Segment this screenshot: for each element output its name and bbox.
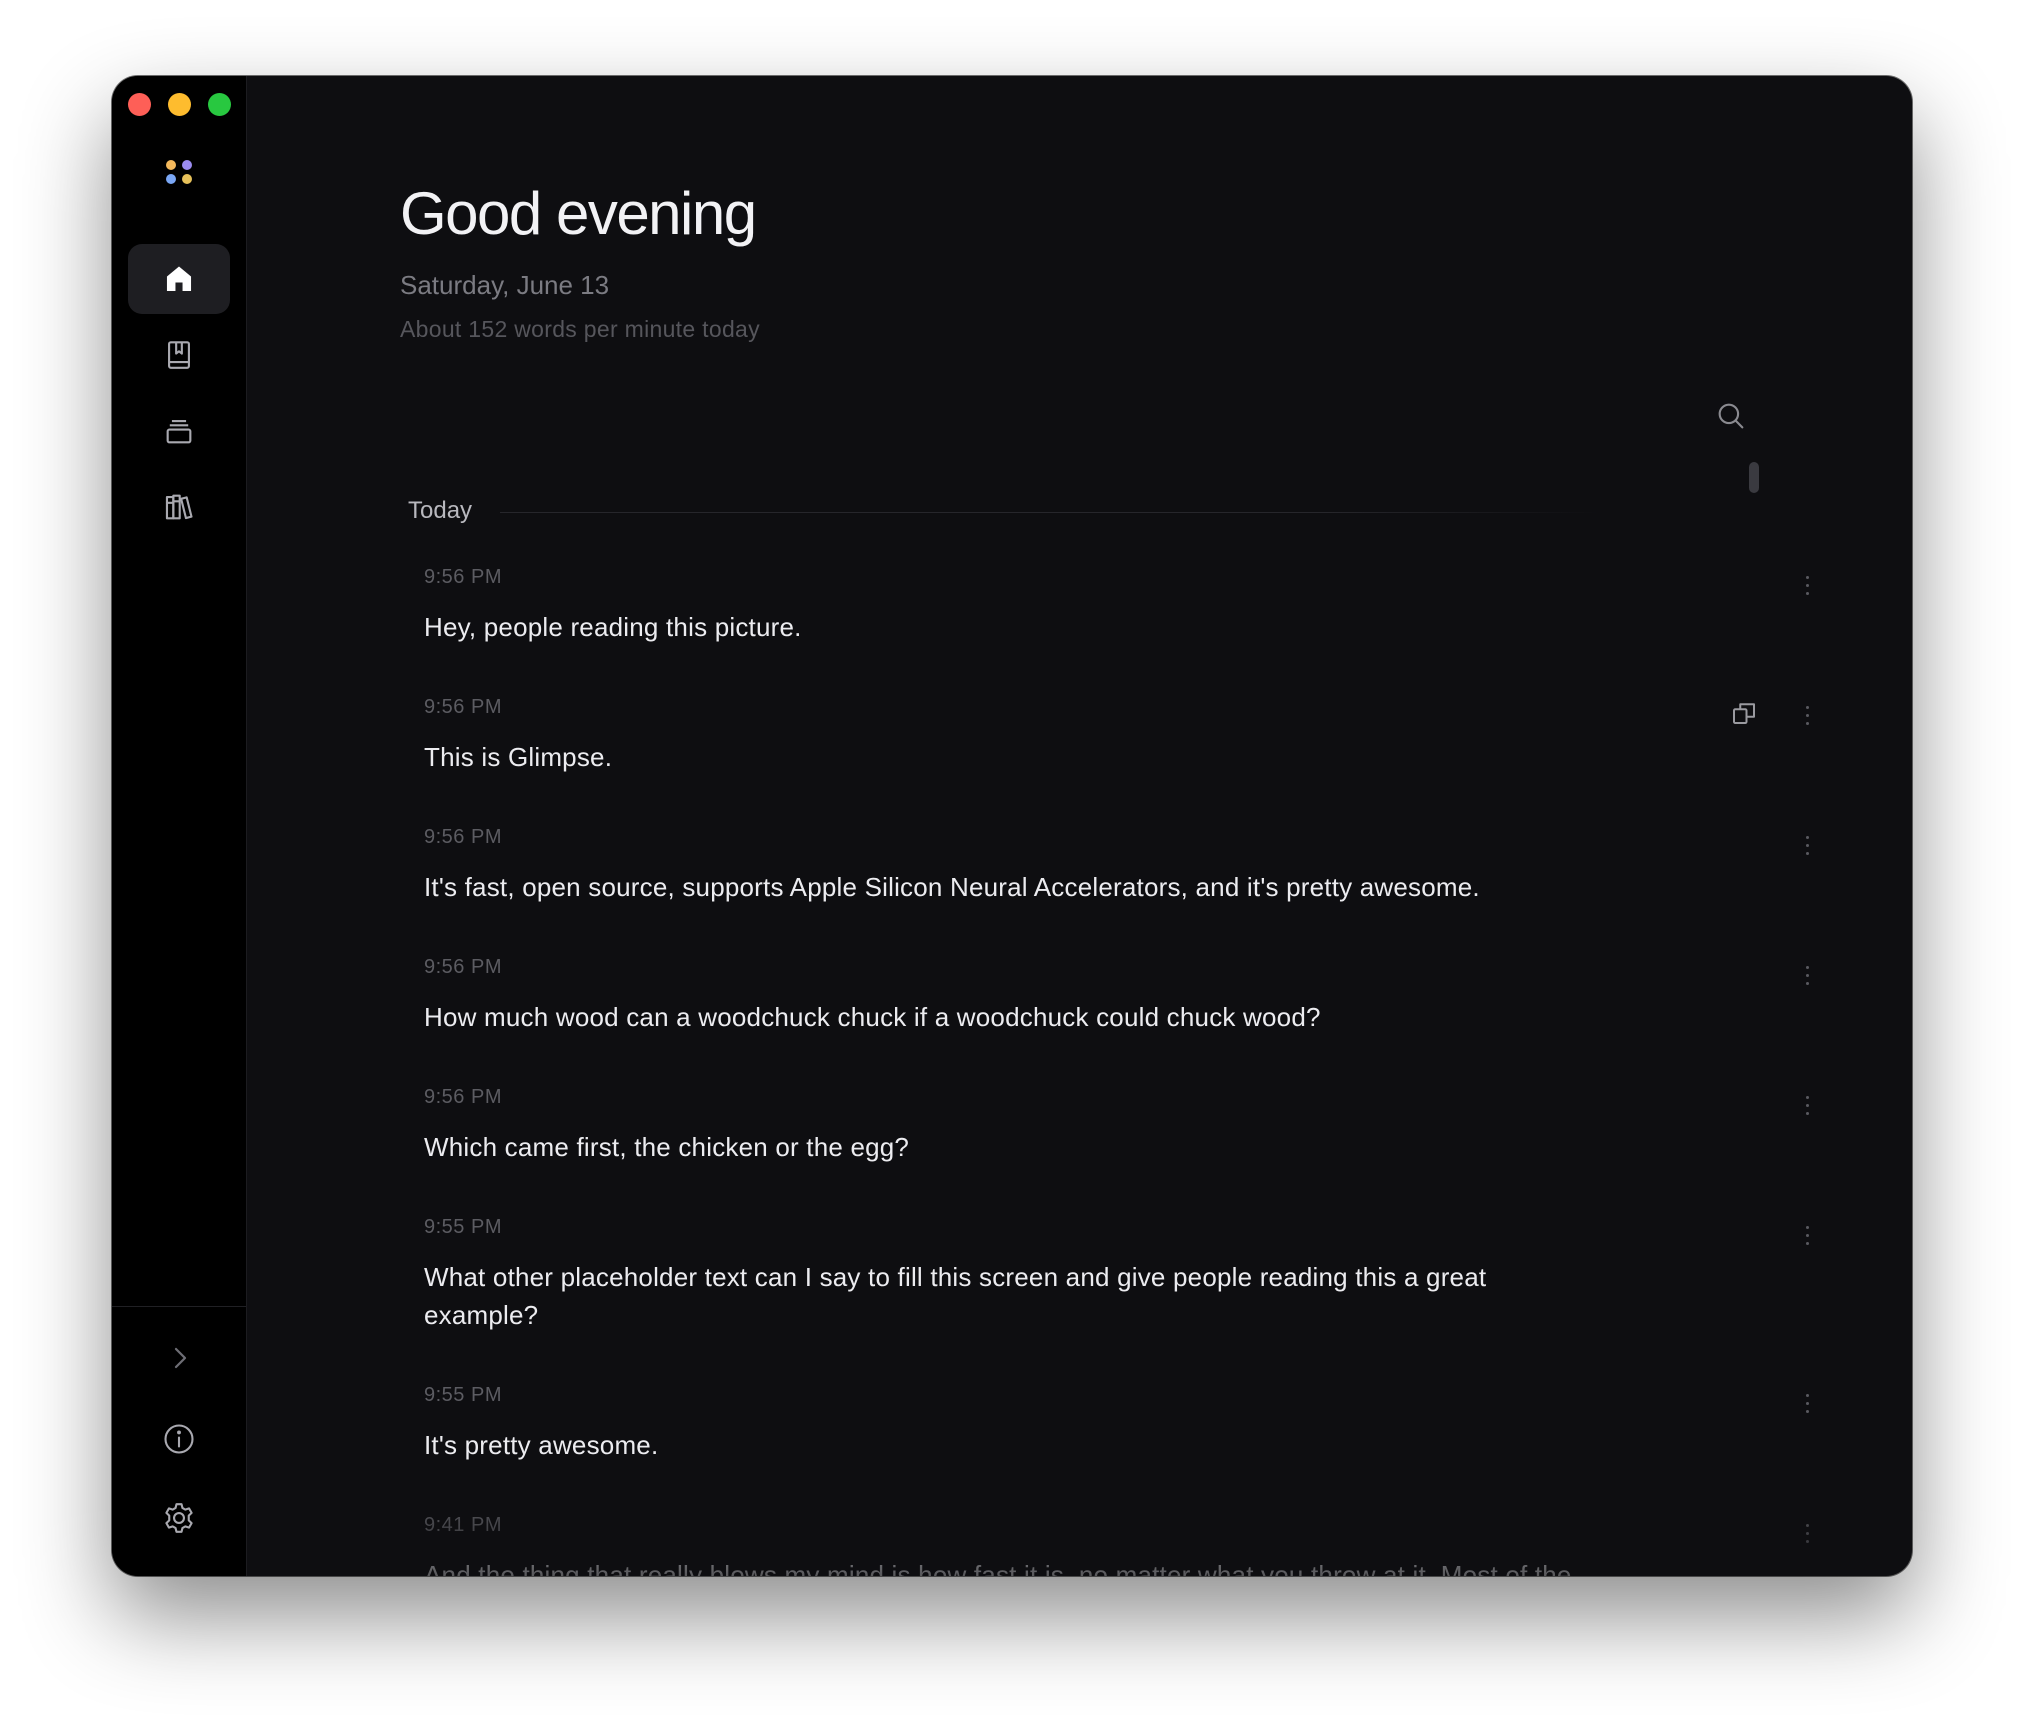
date-label: Saturday, June 13	[400, 270, 610, 300]
more-dot	[1805, 843, 1809, 847]
more-dot	[1805, 583, 1809, 587]
entry-text: And the thing that really blows my mind …	[424, 1560, 1572, 1576]
more-dot	[1805, 981, 1809, 985]
copy-icon[interactable]	[1729, 698, 1759, 728]
stacked-cards-icon	[166, 420, 192, 444]
transcription-entry[interactable]: 9:55 PM It's pretty awesome.	[247, 1384, 1847, 1514]
more-dot	[1805, 1233, 1809, 1237]
sidebar-item-library[interactable]	[128, 472, 230, 542]
transcription-entry[interactable]: 9:56 PM It's fast, open source, supports …	[247, 826, 1847, 956]
sidebar-item-history[interactable]	[128, 396, 230, 466]
sidebar	[112, 76, 247, 1576]
entry-text: What other placeholder text can I say to…	[424, 1262, 1487, 1330]
bookmark-book-icon	[168, 341, 190, 369]
scrollbar-thumb[interactable]	[1749, 462, 1759, 493]
more-dot	[1805, 1401, 1809, 1405]
app-logo-icon	[166, 160, 196, 190]
more-options-button[interactable]	[1797, 570, 1817, 600]
more-dot	[1805, 721, 1809, 725]
section-divider	[500, 512, 1600, 513]
more-dot	[1805, 575, 1809, 579]
more-dot	[1805, 965, 1809, 969]
entry-text: How much wood can a woodchuck chuck if a…	[424, 1002, 1321, 1032]
more-dot	[1805, 591, 1809, 595]
transcription-entry[interactable]: 9:41 PM And the thing that really blows m…	[247, 1514, 1847, 1576]
more-dot	[1805, 1111, 1809, 1115]
expand-sidebar-button[interactable]	[128, 1328, 230, 1388]
info-button[interactable]	[128, 1409, 230, 1469]
more-dot	[1805, 1095, 1809, 1099]
more-dot	[1805, 1103, 1809, 1107]
more-dot	[1805, 1409, 1809, 1413]
books-icon	[165, 494, 193, 520]
chevron-right-icon	[174, 1347, 187, 1369]
more-dot	[1805, 1225, 1809, 1229]
more-options-button[interactable]	[1797, 1090, 1817, 1120]
more-dot	[1805, 835, 1809, 839]
transcription-entry[interactable]: 9:55 PM What other placeholder text can I…	[247, 1216, 1847, 1384]
more-dot	[1805, 851, 1809, 855]
more-options-button[interactable]	[1797, 960, 1817, 990]
search-icon[interactable]	[1714, 399, 1748, 433]
sidebar-item-bookmarks[interactable]	[128, 320, 230, 390]
entry-text: Hey, people reading this picture.	[424, 612, 802, 642]
more-options-button[interactable]	[1797, 700, 1817, 730]
more-dot	[1805, 1531, 1809, 1535]
entry-text: It's fast, open source, supports Apple S…	[424, 872, 1480, 902]
more-dot	[1805, 1393, 1809, 1397]
close-window-button[interactable]	[128, 93, 151, 116]
section-header: Today	[408, 497, 473, 524]
transcription-entry[interactable]: 9:56 PM How much wood can a woodchuck chu…	[247, 956, 1847, 1086]
minimize-window-button[interactable]	[168, 93, 191, 116]
more-options-button[interactable]	[1797, 1220, 1817, 1250]
more-dot	[1805, 1523, 1809, 1527]
stats-label: About 152 words per minute today	[400, 316, 760, 342]
more-dot	[1805, 1539, 1809, 1543]
sidebar-divider	[112, 1306, 246, 1307]
more-dot	[1805, 713, 1809, 717]
sidebar-item-home[interactable]	[128, 244, 230, 314]
more-dot	[1805, 1241, 1809, 1245]
maximize-window-button[interactable]	[208, 93, 231, 116]
more-options-button[interactable]	[1797, 1388, 1817, 1418]
entry-text: It's pretty awesome.	[424, 1430, 659, 1460]
page-title: Good evening	[400, 180, 757, 247]
transcription-list: 9:56 PM Hey, people reading this picture.…	[247, 566, 1847, 1576]
settings-button[interactable]	[128, 1488, 230, 1548]
transcription-entry[interactable]: 9:56 PM Hey, people reading this picture.	[247, 566, 1847, 696]
app-window: Good evening Saturday, June 13 About 152…	[112, 76, 1912, 1576]
transcription-entry[interactable]: 9:56 PM This is Glimpse.	[247, 696, 1847, 826]
home-icon	[166, 266, 192, 292]
gear-icon	[165, 1503, 193, 1533]
transcription-entry[interactable]: 9:56 PM Which came first, the chicken or …	[247, 1086, 1847, 1216]
main-content: Good evening Saturday, June 13 About 152…	[247, 76, 1912, 1576]
more-dot	[1805, 705, 1809, 709]
more-options-button[interactable]	[1797, 1518, 1817, 1548]
entry-text: This is Glimpse.	[424, 742, 613, 772]
entry-text: Which came first, the chicken or the egg…	[424, 1132, 910, 1162]
info-icon	[164, 1424, 194, 1454]
more-dot	[1805, 973, 1809, 977]
more-options-button[interactable]	[1797, 830, 1817, 860]
